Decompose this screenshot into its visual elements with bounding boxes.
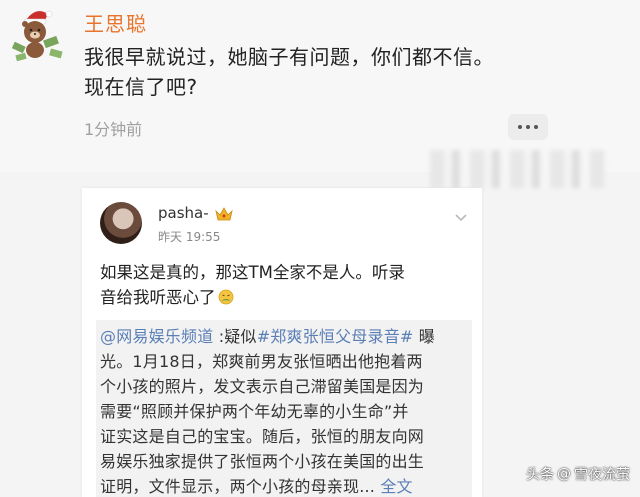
blurred-region	[430, 150, 606, 188]
post-author-row: pasha-	[158, 204, 233, 222]
repost-text: @网易娱乐频道 :疑似#郑爽张恒父母录音# 曝 光。1月18日，郑爽前男友张恒晒…	[100, 324, 468, 497]
post-text-line-1: 如果这是真的，那这TM全家不是人。听录	[100, 263, 405, 282]
repost-line-5: 证实这是自己的宝宝。随后，张恒的朋友向网	[100, 427, 425, 446]
more-dots-icon[interactable]	[508, 114, 548, 140]
watermark-prefix: 头条	[526, 467, 554, 483]
watermark-at: @	[557, 466, 571, 482]
repost-line-2: 光。1月18日，郑爽前男友张恒晒出他抱着两	[100, 352, 423, 371]
post-text: 如果这是真的，那这TM全家不是人。听录 音给我听恶心了	[100, 260, 472, 310]
post-text-line-2: 音给我听恶心了	[100, 285, 472, 310]
post-timestamp: 昨天 19:55	[158, 230, 221, 244]
bear-avatar-icon[interactable]	[10, 4, 68, 62]
post-user-name[interactable]: pasha-	[158, 204, 209, 222]
repost-line-1-tail: 曝	[413, 327, 436, 346]
quoted-post-card[interactable]: pasha- 昨天 19:55 如果这是真的，那这TM全家不是人。听录 音给我听…	[82, 188, 482, 497]
repost-content-box[interactable]: @网易娱乐频道 :疑似#郑爽张恒父母录音# 曝 光。1月18日，郑爽前男友张恒晒…	[96, 320, 472, 497]
crown-badge-icon	[214, 206, 233, 221]
repost-line-7-text: 证明，文件显示，两个小孩的母亲现...	[100, 477, 376, 496]
repost-hashtag-link[interactable]: #郑爽张恒父母录音#	[257, 327, 414, 346]
watermark: 头条 @ 雪夜流萤	[526, 464, 630, 484]
repost-lead: :疑似	[213, 327, 257, 346]
post-text-line-2-text: 音给我听恶心了	[100, 288, 216, 307]
disgusted-emoji-icon	[218, 287, 234, 305]
repost-mention-link[interactable]: @网易娱乐频道	[100, 327, 213, 346]
repost-line-1: @网易娱乐频道 :疑似#郑爽张恒父母录音# 曝	[100, 324, 468, 349]
comment-text: 我很早就说过，她脑子有问题，你们都不信。 现在信了吧?	[84, 42, 604, 102]
comment-card: 王思聪 我很早就说过，她脑子有问题，你们都不信。 现在信了吧? 1分钟前	[0, 0, 640, 172]
comment-timestamp: 1分钟前	[84, 120, 143, 139]
full-text-link[interactable]: 全文	[375, 477, 413, 496]
comment-text-line-2: 现在信了吧?	[84, 75, 198, 99]
repost-line-7: 证明，文件显示，两个小孩的母亲现... 全文	[100, 474, 468, 497]
comment-user-name[interactable]: 王思聪	[84, 8, 147, 37]
repost-line-4: 需要“照顾并保护两个年幼无辜的小生命”并	[100, 402, 409, 421]
watermark-account: 雪夜流萤	[574, 467, 630, 483]
repost-line-6: 易娱乐独家提供了张恒两个小孩在美国的出生	[100, 452, 425, 471]
comment-text-line-1: 我很早就说过，她脑子有问题，你们都不信。	[84, 45, 494, 69]
post-avatar[interactable]	[100, 202, 142, 244]
repost-line-3: 个小孩的照片，发文表示自己滞留美国是因为	[100, 377, 425, 396]
chevron-down-icon[interactable]	[454, 208, 468, 222]
